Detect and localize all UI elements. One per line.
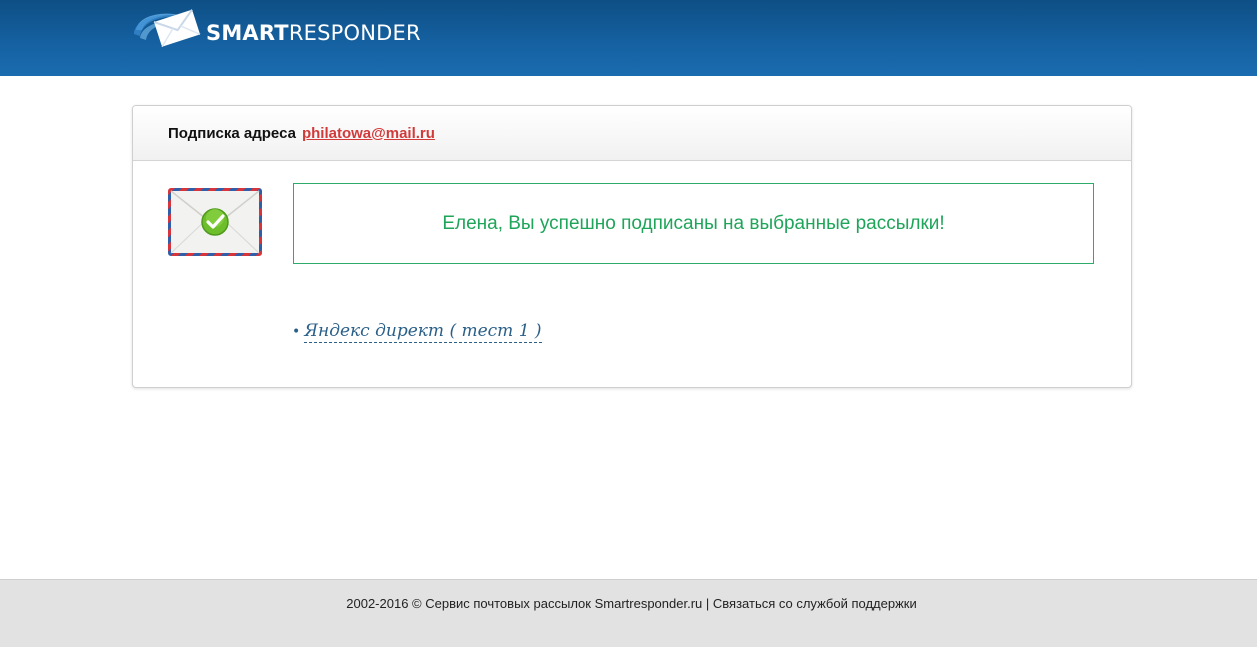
site-footer: 2002-2016 © Сервис почтовых рассылок Sma… — [0, 579, 1257, 647]
list-bullet: • — [292, 324, 301, 340]
success-message-box: Елена, Вы успешно подписаны на выбранные… — [293, 183, 1094, 264]
card-header: Подписка адреса philatowa@mail.ru — [133, 106, 1131, 161]
success-message: Елена, Вы успешно подписаны на выбранные… — [442, 212, 945, 234]
brand-name-bold: SMART — [206, 20, 289, 45]
footer-text: 2002-2016 © Сервис почтовых рассылок Sma… — [0, 596, 1257, 611]
subscription-list-item: • Яндекс директ ( тест 1 ) — [292, 321, 542, 343]
subscription-card: Подписка адреса philatowa@mail.ru Елена,… — [132, 105, 1132, 388]
site-header: SMARTRESPONDER — [0, 0, 1257, 76]
brand-name: SMARTRESPONDER — [206, 20, 421, 45]
envelope-swoosh-icon — [134, 9, 201, 48]
copyright-text: 2002-2016 © Сервис почтовых рассылок Sma… — [346, 596, 703, 611]
footer-separator: | — [705, 596, 710, 611]
support-link[interactable]: Связаться со службой поддержки — [713, 596, 917, 611]
brand-name-light: RESPONDER — [288, 20, 421, 45]
subscriber-email-link[interactable]: philatowa@mail.ru — [302, 125, 435, 142]
card-title: Подписка адреса — [168, 124, 296, 142]
logo[interactable]: SMARTRESPONDER — [132, 8, 421, 58]
subscription-link[interactable]: Яндекс директ ( тест 1 ) — [304, 321, 542, 343]
envelope-check-icon — [168, 188, 262, 256]
